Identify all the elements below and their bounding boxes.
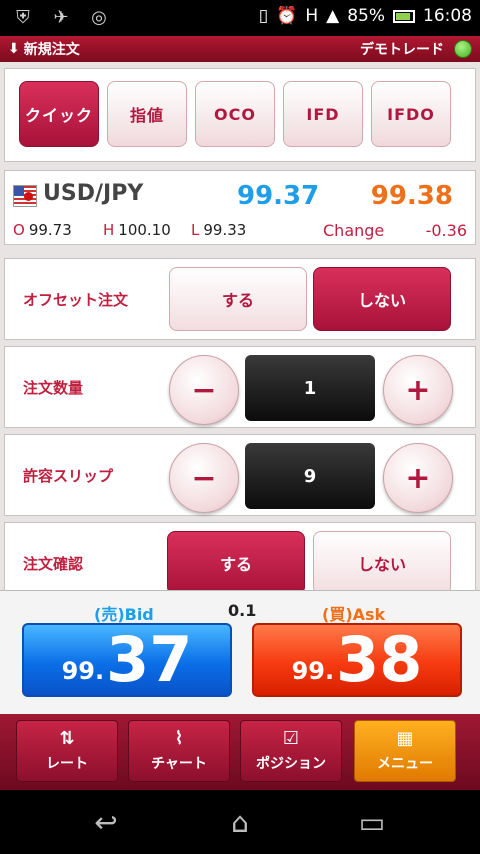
price-info: USD/JPY 99.37 99.38 O 99.73 H 100.10 L 99.3…	[4, 170, 476, 245]
confirm-on-button[interactable]: する	[167, 531, 305, 595]
recent-apps-icon[interactable]: ▭	[352, 806, 392, 839]
quantity-label: 注文数量	[23, 379, 84, 397]
arrow-down-icon: ⬇	[8, 41, 20, 57]
slippage-label: 許容スリップ	[23, 467, 114, 485]
tab-quick[interactable]: クイック	[19, 81, 99, 147]
nav-menu[interactable]: ▦ メニュー	[354, 720, 456, 782]
high-price: H 100.10	[103, 221, 171, 239]
spread-value: 0.1	[228, 601, 257, 620]
tab-ifd[interactable]: IFD	[283, 81, 363, 147]
demo-trade-label: デモトレード	[360, 42, 444, 58]
nav-rate[interactable]: ⇅ レート	[16, 720, 118, 782]
offset-off-button[interactable]: しない	[313, 267, 451, 331]
tab-limit[interactable]: 指値	[107, 81, 187, 147]
slippage-minus-button[interactable]: −	[169, 443, 239, 513]
quantity-minus-button[interactable]: −	[169, 355, 239, 425]
quantity-plus-button[interactable]: +	[383, 355, 453, 425]
system-nav-bar: ↩ ⌂ ▭	[0, 790, 480, 854]
offset-on-button[interactable]: する	[169, 267, 307, 331]
order-type-tabs: クイック 指値 OCO IFD IFDO	[4, 68, 476, 162]
back-icon[interactable]: ↩	[86, 806, 126, 839]
signal-type: H	[305, 6, 319, 26]
ask-label: (買)Ask	[322, 605, 386, 624]
tab-oco[interactable]: OCO	[195, 81, 275, 147]
clock: 16:08	[423, 6, 472, 26]
arrows-icon: ⇅	[59, 728, 75, 749]
battery-percent: 85%	[347, 6, 385, 26]
signal-icon: ▲	[326, 6, 340, 26]
usd-jpy-flag-icon	[13, 185, 37, 207]
slippage-value[interactable]: 9	[245, 443, 375, 509]
bottom-nav: ⇅ レート ⌇ チャート ☑ ポジション ▦ メニュー	[0, 714, 480, 790]
quantity-row: 注文数量 − 1 +	[4, 346, 476, 428]
offset-order-row: オフセット注文 する しない	[4, 258, 476, 340]
low-price: L 99.33	[191, 221, 247, 239]
buy-ask-button[interactable]: 99. 38	[252, 623, 462, 697]
page-title: 新規注文	[23, 42, 80, 58]
satellite-icon: ✈	[53, 6, 69, 28]
slippage-plus-button[interactable]: +	[383, 443, 453, 513]
nav-chart[interactable]: ⌇ チャート	[128, 720, 230, 782]
quote-panel: (売)Bid 0.1 (買)Ask 99. 37 99. 38	[0, 590, 480, 714]
connection-status-icon	[454, 40, 472, 58]
order-confirm-label: 注文確認	[23, 555, 84, 573]
order-confirm-row: 注文確認 する しない	[4, 522, 476, 595]
nav-position[interactable]: ☑ ポジション	[240, 720, 342, 782]
alarm-icon: ⏰	[276, 6, 298, 26]
slippage-row: 許容スリップ − 9 +	[4, 434, 476, 516]
bid-label: (売)Bid	[94, 605, 154, 624]
check-icon: ☑	[282, 728, 300, 749]
ask-price: 99.38	[370, 181, 453, 211]
currency-pair[interactable]: USD/JPY	[43, 181, 143, 206]
change-label: Change	[323, 221, 385, 240]
title-bar: ⬇ 新規注文 デモトレード	[0, 36, 480, 62]
security-icon: ⛨	[16, 6, 30, 28]
vibrate-icon: ▯	[258, 6, 269, 26]
sync-icon: ◎	[91, 6, 107, 28]
open-price: O 99.73	[13, 221, 72, 239]
confirm-off-button[interactable]: しない	[313, 531, 451, 595]
grid-icon: ▦	[396, 728, 414, 749]
tab-ifdo[interactable]: IFDO	[371, 81, 451, 147]
battery-icon	[393, 9, 415, 23]
bid-price: 99.37	[237, 181, 320, 211]
quantity-value[interactable]: 1	[245, 355, 375, 421]
sell-bid-button[interactable]: 99. 37	[22, 623, 232, 697]
change-value: -0.36	[425, 221, 467, 240]
home-icon[interactable]: ⌂	[220, 806, 260, 839]
status-bar: ⛨ ✈ ◎ ▯ ⏰ H ▲ 85% 16:08	[0, 0, 480, 36]
chart-icon: ⌇	[174, 728, 184, 749]
order-form: クイック 指値 OCO IFD IFDO USD/JPY 99.37 99.38…	[0, 62, 480, 595]
offset-order-label: オフセット注文	[23, 291, 129, 309]
